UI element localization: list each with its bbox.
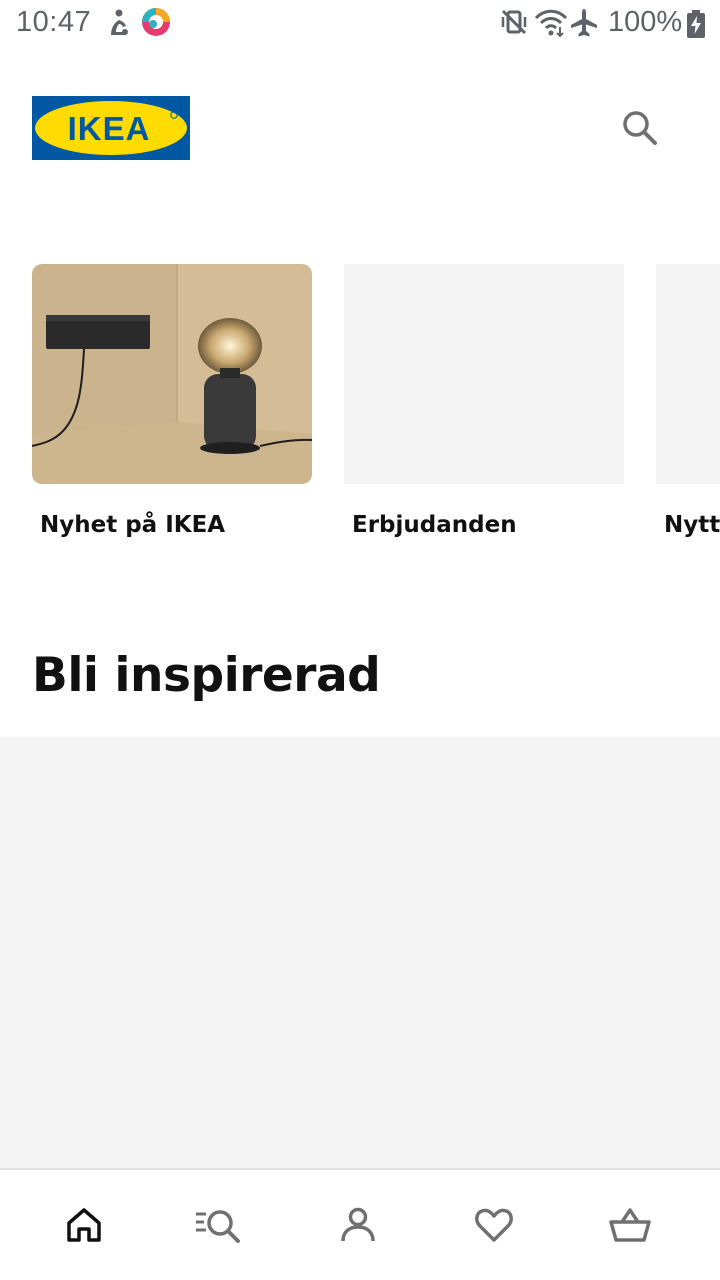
category-card-new-in[interactable]: Nytt [656, 264, 720, 538]
category-card-offers[interactable]: Erbjudanden [344, 264, 624, 538]
home-icon [67, 1208, 101, 1242]
nav-favourites[interactable] [426, 1170, 562, 1280]
category-label-new-in: Nytt [664, 512, 720, 538]
battery-percent: 100% [608, 6, 683, 38]
inspiration-content-placeholder [0, 737, 720, 1169]
nav-profile[interactable] [290, 1170, 426, 1280]
category-carousel[interactable]: Nyhet på IKEA Erbjudanden Nytt [0, 264, 720, 564]
airplane-mode-icon [570, 8, 598, 42]
heart-icon [475, 1208, 513, 1242]
logo-text: IKEA [68, 110, 151, 147]
wifi-icon [534, 8, 568, 42]
category-label-offers: Erbjudanden [352, 512, 517, 538]
category-image-placeholder [656, 264, 720, 484]
nav-home[interactable] [16, 1170, 152, 1280]
nav-browse[interactable] [152, 1170, 288, 1280]
inspiration-heading: Bli inspirerad [32, 648, 381, 703]
app-notification-icon [140, 6, 172, 42]
status-bar: 10:47 100% [0, 0, 720, 48]
accessibility-icon [104, 8, 134, 42]
bottom-navigation [0, 1168, 720, 1280]
nav-basket[interactable] [562, 1170, 698, 1280]
ikea-home-screen: 10:47 100% IKEA Nyhet på IKEA Erbjudande… [0, 0, 720, 1280]
battery-charging-icon [686, 10, 706, 42]
browse-search-icon [196, 1210, 240, 1243]
search-button[interactable] [620, 108, 660, 148]
category-card-new[interactable]: Nyhet på IKEA [32, 264, 312, 538]
category-label-new: Nyhet på IKEA [40, 512, 226, 538]
status-time: 10:47 [16, 6, 92, 38]
speaker-lamp-photo [32, 264, 312, 484]
category-image-placeholder [344, 264, 624, 484]
vibrate-mute-icon [500, 8, 528, 40]
profile-icon [341, 1207, 375, 1242]
basket-icon [609, 1208, 651, 1242]
search-icon [623, 111, 657, 145]
ikea-logo: IKEA [32, 96, 190, 160]
